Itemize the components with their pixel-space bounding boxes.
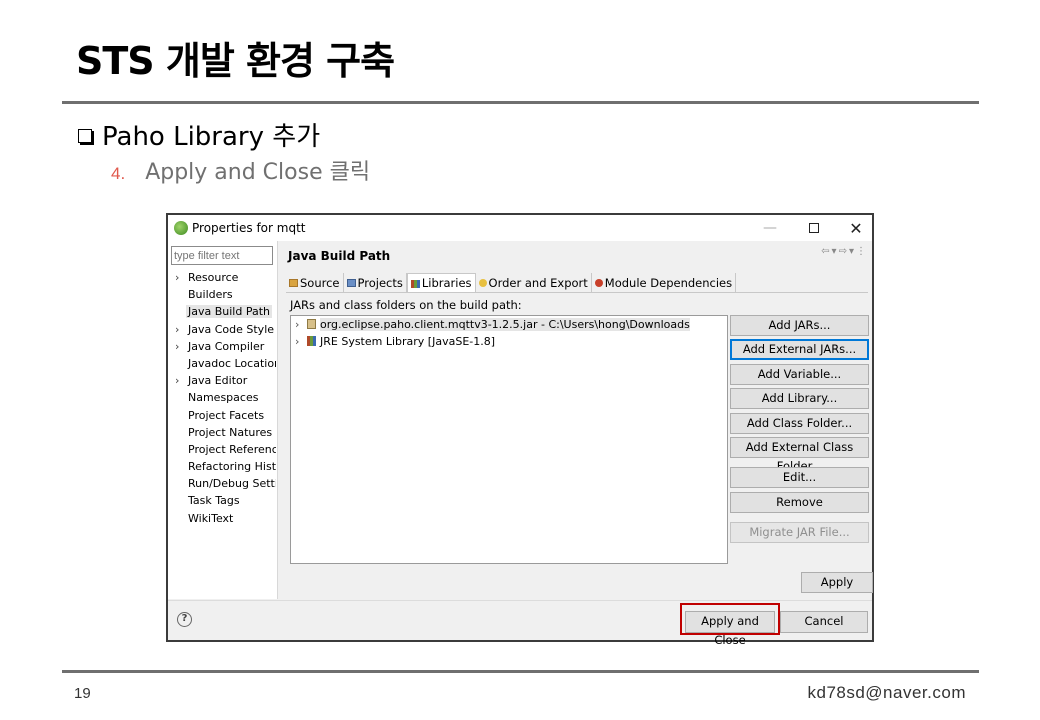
chevron-right-icon[interactable]: › [175,338,179,355]
apply-button[interactable]: Apply [801,572,873,593]
dialog-title: Properties for mqtt [192,221,306,235]
section-title: Java Build Path [288,249,391,263]
tree-item-project-natures[interactable]: Project Natures [168,424,276,441]
add-variable-button[interactable]: Add Variable... [730,364,869,385]
step-instruction: 4. Apply and Close 클릭 [111,154,370,186]
add-external-jars-button[interactable]: Add External JARs... [730,339,869,360]
add-class-folder-button[interactable]: Add Class Folder... [730,413,869,434]
tree-item-java-code-style[interactable]: › Java Code Style [168,321,276,338]
tree-item-resource[interactable]: › Resource [168,269,276,286]
dialog-button-bar: ? Apply and Close Cancel [168,600,872,647]
tab-order-and-export[interactable]: Order and Export [476,273,592,293]
forward-arrow-icon[interactable]: ⇨ [839,246,849,257]
property-tree: › Resource Builders Java Build Path › Java… [168,269,276,527]
tab-module-dependencies[interactable]: Module Dependencies [592,273,737,293]
tree-item-wikitext[interactable]: WikiText [168,510,276,527]
libraries-icon [410,279,420,288]
tree-item-builders[interactable]: Builders [168,286,276,303]
build-path-list[interactable]: › org.eclipse.paho.client.mqttv3-1.2.5.j… [290,315,728,564]
list-item-jre-library[interactable]: › JRE System Library [JavaSE-1.8] [291,333,727,350]
tab-source[interactable]: Source [286,273,344,293]
chevron-right-icon[interactable]: › [175,269,179,286]
step-number: 4. [111,164,126,183]
tree-item-java-build-path[interactable]: Java Build Path [168,303,276,320]
history-nav[interactable]: ⇦▾⇨▾⋮ [821,246,868,257]
close-button[interactable]: ✕ [834,215,878,241]
tree-item-task-tags[interactable]: Task Tags [168,492,276,509]
slide-title: STS 개발 환경 구축 [76,39,395,83]
filter-input[interactable] [171,246,273,265]
projects-icon [346,279,356,287]
list-item-paho-jar[interactable]: › org.eclipse.paho.client.mqttv3-1.2.5.j… [291,316,727,333]
back-arrow-icon[interactable]: ⇦ [821,246,831,257]
properties-dialog: Properties for mqtt — ✕ ›Resource Builde… [166,213,874,647]
add-library-button[interactable]: Add Library... [730,388,869,409]
checkbox-bullet-icon [78,128,92,143]
dialog-titlebar[interactable]: Properties for mqtt — ✕ [168,215,872,241]
maximize-button[interactable] [792,215,836,241]
tree-item-run-debug-settings[interactable]: Run/Debug Settings [168,475,276,492]
tree-item-java-compiler[interactable]: › Java Compiler [168,338,276,355]
footer-divider [62,670,979,673]
chevron-right-icon[interactable]: › [175,372,179,389]
tree-item-java-editor[interactable]: › Java Editor [168,372,276,389]
dropdown-icon[interactable]: ▾ [832,246,839,257]
tree-item-refactoring-history[interactable]: Refactoring History [168,458,276,475]
sts-app-icon [174,221,188,235]
migrate-jar-button[interactable]: Migrate JAR File... [730,522,869,543]
maximize-icon [809,223,819,233]
page-number: 19 [74,685,91,702]
library-icon [307,336,316,346]
step-text: Apply and Close 클릭 [145,160,371,185]
jar-list-label: JARs and class folders on the build path… [290,298,522,312]
minimize-button[interactable]: — [748,215,792,241]
cancel-button[interactable]: Cancel [780,611,868,633]
build-path-tabs: Source Projects Libraries Order and Expo… [286,273,737,293]
author-email: kd78sd@naver.com [807,683,966,702]
property-nav-pane: ›Resource Builders Java Build Path ›Java… [168,241,278,622]
tab-projects[interactable]: Projects [344,273,407,293]
add-external-class-folder-button[interactable]: Add External Class Folder... [730,437,869,473]
view-menu-icon[interactable]: ⋮ [856,246,868,257]
dropdown-icon[interactable]: ▾ [849,246,856,257]
libraries-panel: JARs and class folders on the build path… [286,292,869,584]
chevron-right-icon[interactable]: › [175,321,179,338]
edit-button[interactable]: Edit... [730,467,869,488]
help-icon[interactable]: ? [177,612,192,627]
add-jars-button[interactable]: Add JARs... [730,315,869,336]
source-icon [289,279,298,287]
tree-item-javadoc-location[interactable]: Javadoc Location [168,355,276,372]
bullet-text: Paho Library 추가 [102,122,321,152]
chevron-right-icon[interactable]: › [295,333,299,350]
tree-item-namespaces[interactable]: Namespaces [168,389,276,406]
module-icon [594,279,603,287]
order-icon [478,279,487,287]
title-divider [62,101,979,104]
tree-item-project-references[interactable]: Project References [168,441,276,458]
remove-button[interactable]: Remove [730,492,869,513]
build-path-pane: Java Build Path ⇦▾⇨▾⋮ Source Projects Li… [280,241,873,599]
jar-icon [307,319,316,329]
tree-item-project-facets[interactable]: Project Facets [168,407,276,424]
apply-and-close-button[interactable]: Apply and Close [685,611,775,647]
bullet-heading: Paho Library 추가 [78,116,320,153]
tab-libraries[interactable]: Libraries [406,273,476,293]
chevron-right-icon[interactable]: › [295,316,299,333]
